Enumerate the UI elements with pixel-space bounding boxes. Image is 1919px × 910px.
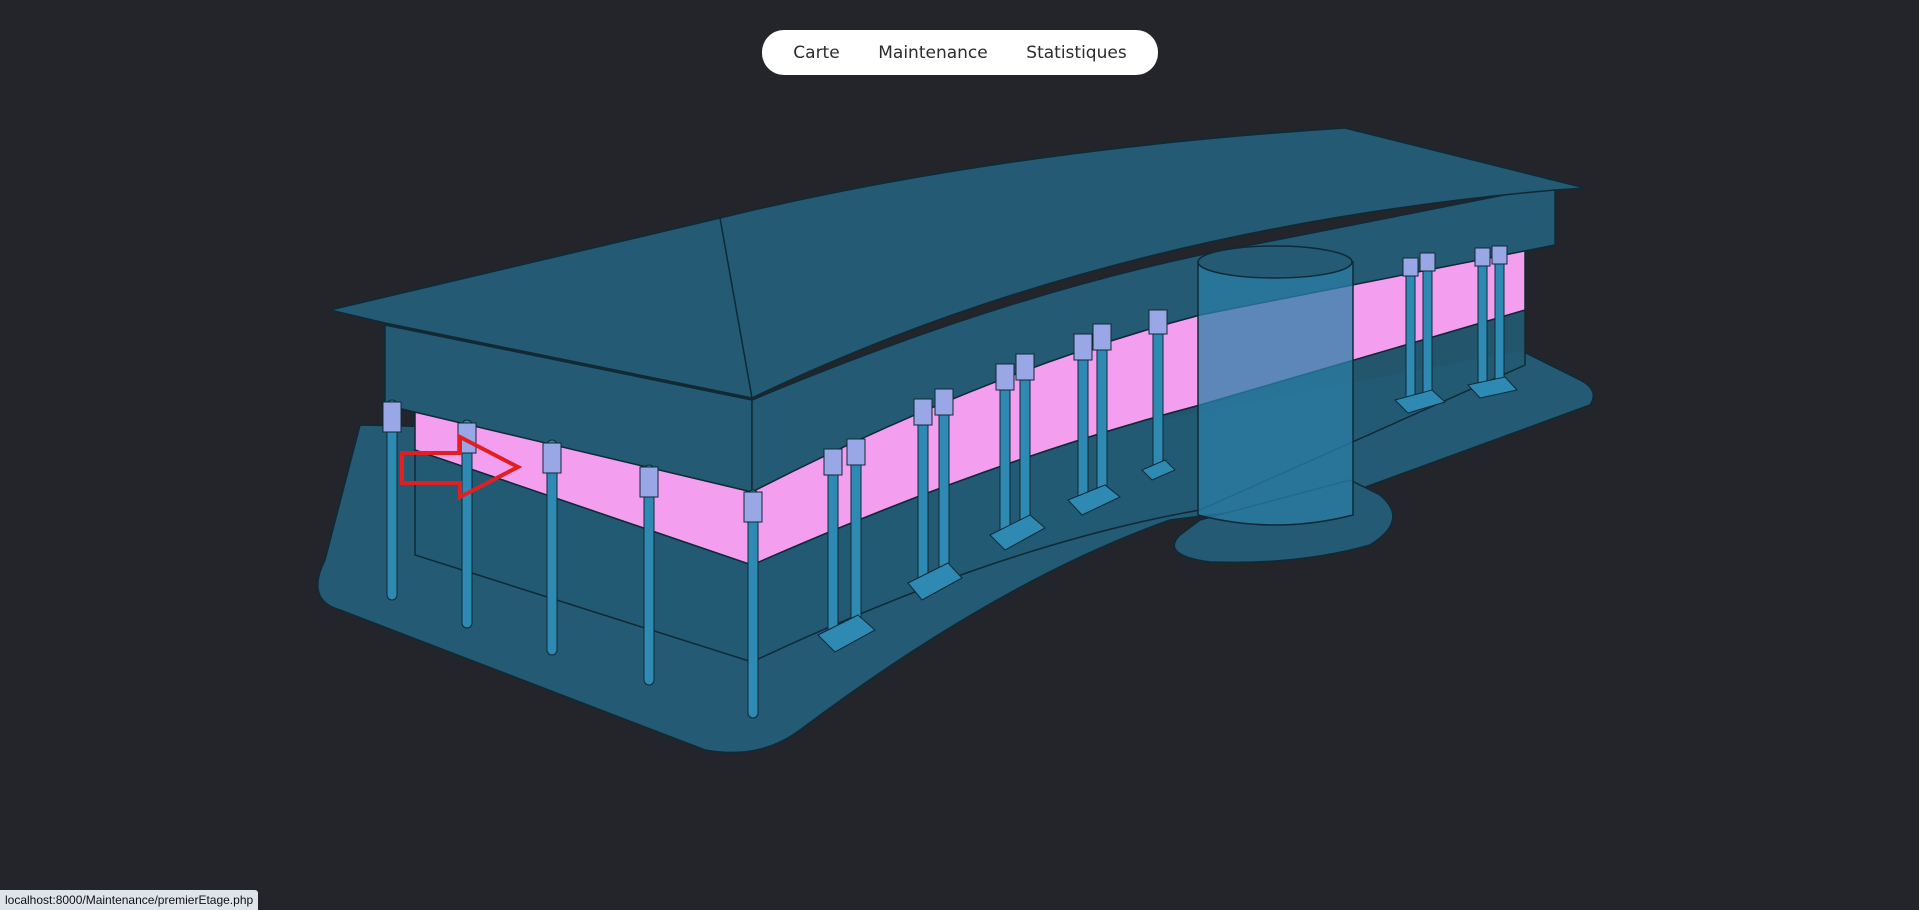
building-3d-view xyxy=(317,127,1595,754)
tower xyxy=(1197,261,1354,526)
main-nav: Carte Maintenance Statistiques xyxy=(762,30,1158,75)
page: Carte Maintenance Statistiques localhost… xyxy=(0,0,1919,910)
nav-link-maintenance[interactable]: Maintenance xyxy=(872,39,993,67)
nav-link-statistiques[interactable]: Statistiques xyxy=(1020,39,1132,67)
nav-link-carte[interactable]: Carte xyxy=(787,39,845,67)
status-bar-url: localhost:8000/Maintenance/premierEtage.… xyxy=(0,890,259,910)
